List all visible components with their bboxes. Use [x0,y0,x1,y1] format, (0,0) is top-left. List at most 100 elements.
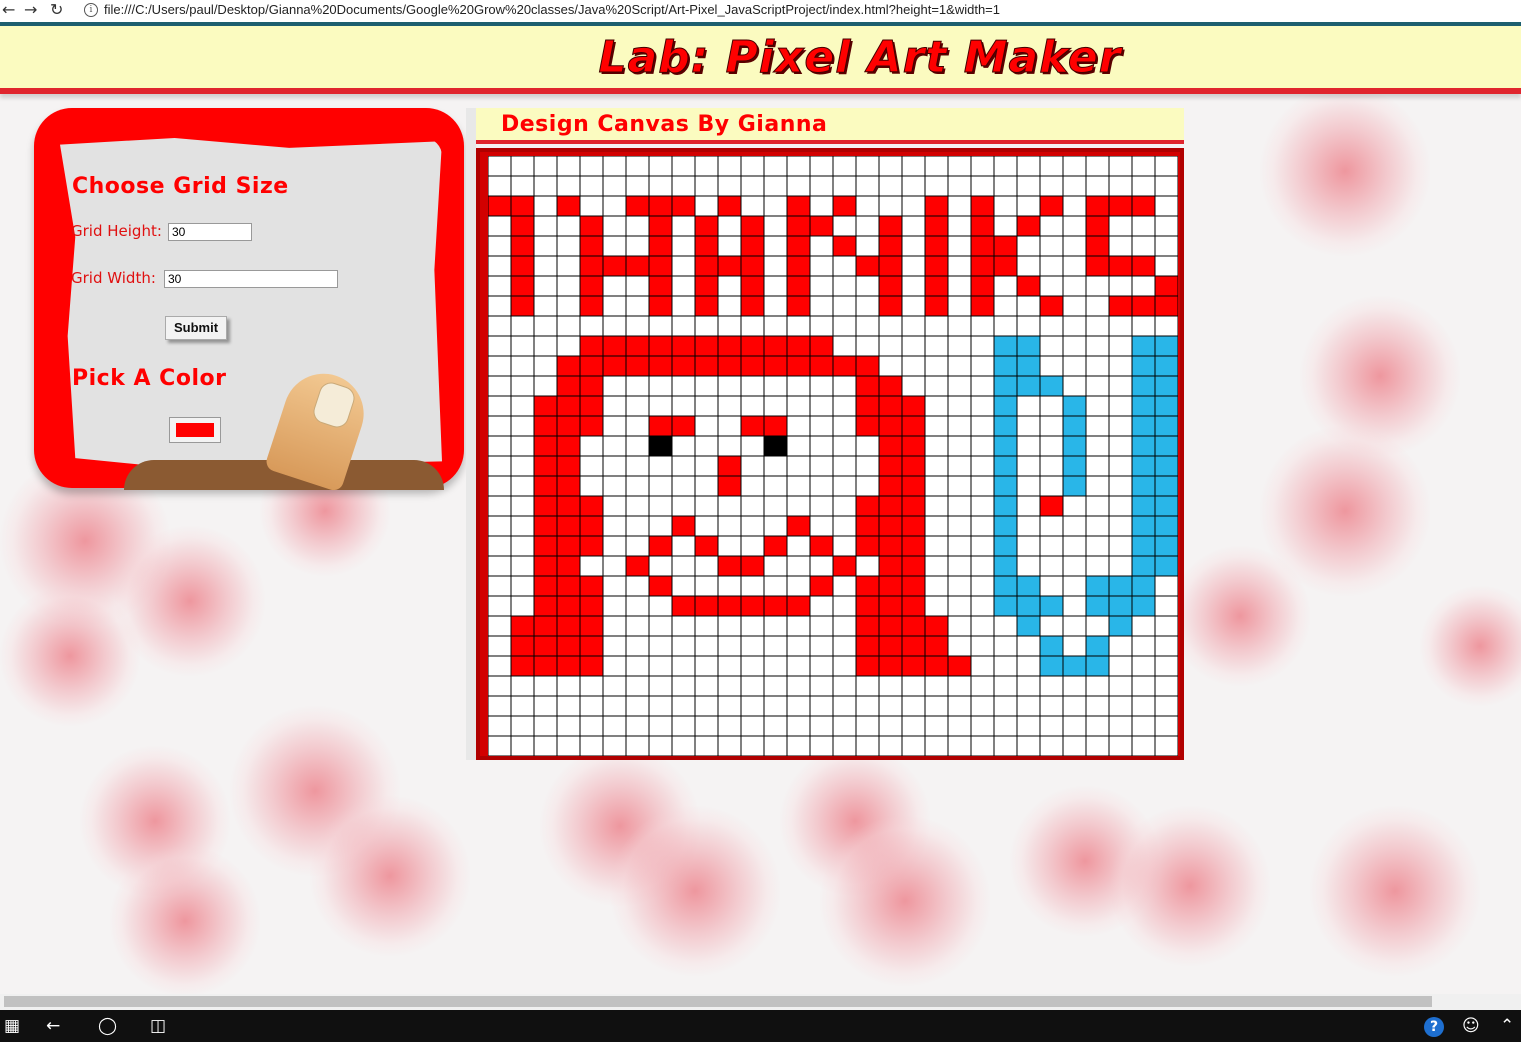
pixel-cell[interactable] [948,216,971,236]
pixel-cell[interactable] [488,276,511,296]
pixel-cell[interactable] [787,736,810,756]
pixel-cell[interactable] [557,476,580,496]
pixel-cell[interactable] [971,576,994,596]
pixel-cell[interactable] [948,556,971,576]
pixel-cell[interactable] [925,296,948,316]
pixel-cell[interactable] [603,396,626,416]
pixel-cell[interactable] [626,516,649,536]
pixel-cell[interactable] [672,596,695,616]
pixel-cell[interactable] [649,416,672,436]
pixel-cell[interactable] [925,456,948,476]
pixel-cell[interactable] [1155,676,1178,696]
pixel-cell[interactable] [1086,496,1109,516]
pixel-cell[interactable] [603,576,626,596]
pixel-cell[interactable] [1040,536,1063,556]
pixel-cell[interactable] [557,696,580,716]
pixel-cell[interactable] [1132,616,1155,636]
pixel-cell[interactable] [626,236,649,256]
pixel-cell[interactable] [626,256,649,276]
pixel-cell[interactable] [511,616,534,636]
pixel-cell[interactable] [488,576,511,596]
pixel-cell[interactable] [534,276,557,296]
pixel-cell[interactable] [718,616,741,636]
pixel-cell[interactable] [810,696,833,716]
pixel-cell[interactable] [764,516,787,536]
pixel-cell[interactable] [856,216,879,236]
pixel-cell[interactable] [925,476,948,496]
pixel-cell[interactable] [1132,656,1155,676]
pixel-cell[interactable] [603,516,626,536]
pixel-cell[interactable] [994,616,1017,636]
pixel-cell[interactable] [511,276,534,296]
pixel-cell[interactable] [741,376,764,396]
pixel-cell[interactable] [580,516,603,536]
pixel-cell[interactable] [1132,336,1155,356]
pixel-cell[interactable] [925,156,948,176]
pixel-cell[interactable] [649,476,672,496]
pixel-cell[interactable] [856,356,879,376]
pixel-cell[interactable] [1132,516,1155,536]
pixel-cell[interactable] [833,316,856,336]
pixel-cell[interactable] [879,456,902,476]
pixel-cell[interactable] [994,396,1017,416]
pixel-cell[interactable] [1040,176,1063,196]
pixel-cell[interactable] [511,416,534,436]
pixel-cell[interactable] [810,216,833,236]
pixel-cell[interactable] [603,316,626,336]
pixel-cell[interactable] [948,616,971,636]
pixel-cell[interactable] [488,236,511,256]
pixel-cell[interactable] [1086,636,1109,656]
pixel-cell[interactable] [810,616,833,636]
pixel-cell[interactable] [1086,476,1109,496]
pixel-cell[interactable] [1086,676,1109,696]
pixel-cell[interactable] [1109,256,1132,276]
pixel-cell[interactable] [948,716,971,736]
pixel-cell[interactable] [764,596,787,616]
pixel-cell[interactable] [557,416,580,436]
pixel-cell[interactable] [879,636,902,656]
pixel-cell[interactable] [1109,236,1132,256]
pixel-cell[interactable] [1017,576,1040,596]
pixel-cell[interactable] [1086,396,1109,416]
pixel-cell[interactable] [511,736,534,756]
pixel-cell[interactable] [649,496,672,516]
pixel-cell[interactable] [994,716,1017,736]
pixel-cell[interactable] [695,236,718,256]
pixel-cell[interactable] [1109,616,1132,636]
pixel-cell[interactable] [810,736,833,756]
task-view-icon[interactable]: ◫ [150,1016,166,1036]
pixel-cell[interactable] [580,716,603,736]
pixel-cell[interactable] [741,216,764,236]
grid-width-input[interactable] [164,270,338,288]
pixel-cell[interactable] [902,176,925,196]
pixel-cell[interactable] [557,216,580,236]
pixel-cell[interactable] [902,156,925,176]
pixel-cell[interactable] [764,396,787,416]
pixel-cell[interactable] [695,556,718,576]
pixel-cell[interactable] [534,176,557,196]
pixel-cell[interactable] [764,356,787,376]
pixel-cell[interactable] [856,556,879,576]
pixel-cell[interactable] [718,736,741,756]
pixel-cell[interactable] [764,176,787,196]
pixel-cell[interactable] [488,676,511,696]
pixel-cell[interactable] [879,276,902,296]
pixel-cell[interactable] [603,176,626,196]
pixel-cell[interactable] [718,396,741,416]
pixel-cell[interactable] [695,476,718,496]
pixel-cell[interactable] [534,636,557,656]
pixel-cell[interactable] [1040,496,1063,516]
pixel-cell[interactable] [488,696,511,716]
pixel-cell[interactable] [1017,656,1040,676]
pixel-cell[interactable] [787,196,810,216]
pixel-cell[interactable] [718,216,741,236]
pixel-cell[interactable] [1132,716,1155,736]
pixel-cell[interactable] [1132,256,1155,276]
pixel-cell[interactable] [672,496,695,516]
pixel-cell[interactable] [1040,236,1063,256]
pixel-cell[interactable] [1040,436,1063,456]
pixel-cell[interactable] [511,496,534,516]
pixel-cell[interactable] [1017,696,1040,716]
pixel-cell[interactable] [626,396,649,416]
pixel-cell[interactable] [718,496,741,516]
